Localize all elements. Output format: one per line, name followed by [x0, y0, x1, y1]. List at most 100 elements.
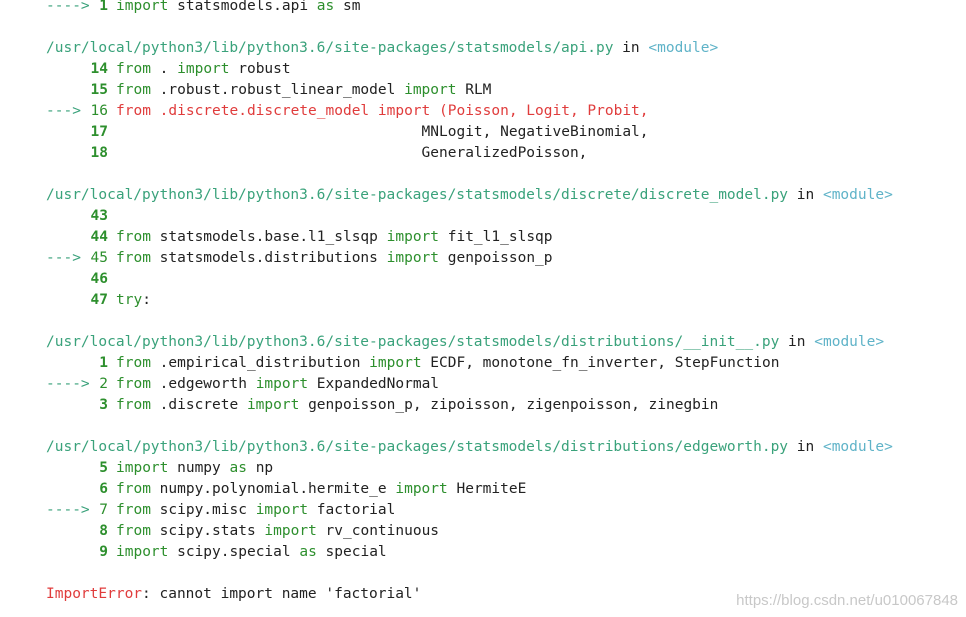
code-token: np [246, 460, 274, 476]
frame-module-name: <module> [648, 40, 719, 56]
keyword-token: import [404, 82, 457, 98]
code-token: special [316, 544, 387, 560]
code-token: GeneralizedPoisson, [116, 145, 588, 161]
traceback-code-line: 18 GeneralizedPoisson, [0, 143, 966, 164]
line-number: 17 [90, 124, 108, 140]
code-token: statsmodels.base.l1_slsqp [150, 229, 387, 245]
line-number: 44 [90, 229, 108, 245]
code-text: GeneralizedPoisson, [108, 145, 588, 161]
code-text: from .discrete import genpoisson_p, zipo… [108, 397, 718, 413]
keyword-token: import [386, 229, 440, 245]
traceback-current-line: ----> 2 from .edgeworth import ExpandedNor… [0, 374, 966, 395]
line-number: 43 [90, 208, 108, 224]
code-token: scipy.misc [150, 502, 256, 518]
keyword-token: as [229, 460, 247, 476]
traceback-code-line: 47 try: [0, 290, 966, 311]
code-token: HermiteE [447, 481, 527, 497]
traceback-code-line: ----> 1 import statsmodels.api as sm [0, 0, 966, 17]
code-token: scipy.stats [150, 523, 265, 539]
keyword-token: from [116, 397, 151, 413]
keyword-token: import [369, 355, 422, 371]
code-token: fit_l1_slsqp [439, 229, 553, 245]
code-text: import scipy.special as special [108, 544, 387, 560]
traceback-output: ----> 1 import statsmodels.api as sm /usr/… [0, 0, 966, 605]
code-text: MNLogit, NegativeBinomial, [108, 124, 649, 140]
keyword-token: as [316, 0, 335, 14]
frame-module-name: <module> [814, 334, 885, 350]
keyword-token: import [386, 250, 440, 266]
code-token: genpoisson_p, zipoisson, zigenpoisson, z… [299, 397, 719, 413]
code-token: statsmodels.distributions [150, 250, 387, 266]
frame-in-keyword: in [622, 40, 640, 56]
keyword-token: import [116, 460, 169, 476]
traceback-code-line: 43 [0, 206, 966, 227]
code-token: : [142, 292, 151, 308]
line-number: 8 [99, 523, 108, 539]
code-text: from .edgeworth import ExpandedNormal [108, 376, 439, 392]
current-line-arrow: ----> [46, 0, 90, 14]
current-line-arrow: ----> [46, 376, 90, 392]
keyword-token: from [116, 229, 151, 245]
line-number: 14 [90, 61, 108, 77]
traceback-code-line: 14 from . import robust [0, 59, 966, 80]
code-token: . [150, 61, 178, 77]
keyword-token: from [116, 523, 151, 539]
code-token: numpy.polynomial.hermite_e [150, 481, 396, 497]
traceback-code-line: 5 import numpy as np [0, 458, 966, 479]
line-number: 6 [99, 481, 108, 497]
current-line-arrow: ---> [46, 250, 81, 266]
code-text: from scipy.stats import rv_continuous [108, 523, 439, 539]
traceback-code-line: 15 from .robust.robust_linear_model impor… [0, 80, 966, 101]
keyword-token: from [116, 502, 151, 518]
line-number: 18 [90, 145, 108, 161]
frame-file-path: /usr/local/python3/lib/python3.6/site-pa… [46, 439, 789, 455]
line-number: 5 [99, 460, 108, 476]
code-text: from scipy.misc import factorial [108, 502, 395, 518]
code-text: import statsmodels.api as sm [108, 0, 360, 14]
error-type: ImportError [46, 586, 143, 602]
traceback-code-line: 6 from numpy.polynomial.hermite_e import … [0, 479, 966, 500]
code-token: ECDF, monotone_fn_inverter, StepFunction [421, 355, 780, 371]
traceback-current-line: ---> 45 from statsmodels.distributions imp… [0, 248, 966, 269]
traceback-code-line: 44 from statsmodels.base.l1_slsqp import … [0, 227, 966, 248]
keyword-token: from [116, 376, 151, 392]
code-token: robust [229, 61, 291, 77]
traceback-current-line: ---> 16 from .discrete.discrete_model impo… [0, 101, 966, 122]
keyword-token: from [116, 250, 151, 266]
code-token: factorial [308, 502, 396, 518]
code-token: numpy [168, 460, 230, 476]
code-text: from .robust.robust_linear_model import … [108, 82, 491, 98]
keyword-token: import [395, 481, 448, 497]
traceback-code-line: 8 from scipy.stats import rv_continuous [0, 521, 966, 542]
frame-module-name: <module> [822, 187, 893, 203]
traceback-code-line: 46 [0, 269, 966, 290]
code-text: import numpy as np [108, 460, 273, 476]
keyword-token: import [255, 502, 309, 518]
code-text: from statsmodels.distributions import ge… [108, 250, 553, 266]
error-message: : cannot import name 'factorial' [142, 586, 422, 602]
traceback-current-line: ----> 7 from scipy.misc import factorial [0, 500, 966, 521]
code-text: from statsmodels.base.l1_slsqp import fi… [108, 229, 553, 245]
traceback-frame-header: /usr/local/python3/lib/python3.6/site-pa… [0, 38, 966, 59]
watermark: https://blog.csdn.net/u010067848 [736, 592, 958, 609]
code-token: .edgeworth [150, 376, 256, 392]
keyword-token: from [116, 481, 151, 497]
traceback-code-line: 3 from .discrete import genpoisson_p, zip… [0, 395, 966, 416]
frame-file-path: /usr/local/python3/lib/python3.6/site-pa… [46, 334, 780, 350]
frame-module-name: <module> [822, 439, 893, 455]
code-text: try: [108, 292, 151, 308]
frame-in-keyword: in [796, 187, 815, 203]
traceback-code-line: 9 import scipy.special as special [0, 542, 966, 563]
code-token: .empirical_distribution [150, 355, 370, 371]
code-text: from .discrete.discrete_model import (Po… [108, 103, 649, 119]
keyword-token: from [116, 82, 151, 98]
code-token: .robust.robust_linear_model [150, 82, 405, 98]
keyword-token: import [246, 397, 300, 413]
code-token: ExpandedNormal [308, 376, 440, 392]
keyword-token: import [116, 544, 169, 560]
